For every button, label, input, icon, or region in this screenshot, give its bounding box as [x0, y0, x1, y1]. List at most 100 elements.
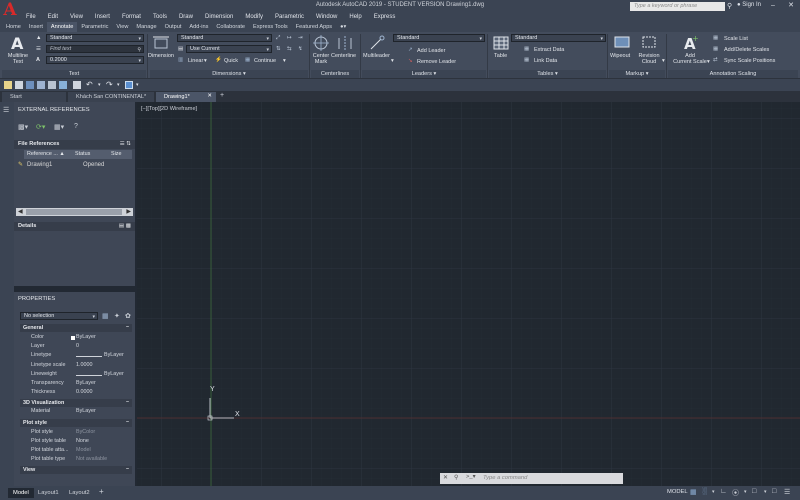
new-tab-icon[interactable]: + — [220, 92, 224, 99]
workspace-icon[interactable] — [125, 81, 133, 89]
center-mark-icon[interactable] — [313, 35, 329, 51]
tab-collaborate[interactable]: Collaborate — [212, 22, 249, 32]
prop-row-lineweight[interactable]: Lineweight ByLayer — [18, 371, 131, 380]
object-snap-icon[interactable]: □ — [772, 488, 776, 495]
refresh-icon[interactable]: ⟳▾ — [36, 123, 45, 131]
layout-tab-layout1[interactable]: Layout1 — [33, 488, 64, 498]
scroll-left-icon[interactable]: ◀ — [18, 208, 23, 215]
text-panel-label[interactable]: Text — [2, 70, 146, 78]
customize-icon[interactable]: ☰ — [784, 488, 790, 496]
new-file-icon[interactable] — [15, 81, 23, 89]
table-style-select[interactable]: Standard ▾ — [511, 34, 606, 42]
dim-style-select[interactable]: Standard ▾ — [177, 34, 272, 42]
prop-row-plot-style[interactable]: Plot style ByColor — [18, 429, 131, 438]
help-icon[interactable]: ? — [74, 123, 78, 130]
menu-tools[interactable]: Tools — [147, 14, 173, 20]
menu-draw[interactable]: Draw — [173, 14, 199, 20]
tab-add-ins[interactable]: Add-ins — [185, 22, 212, 32]
close-tab-icon[interactable]: ✕ — [207, 93, 212, 99]
menu-window[interactable]: Window — [310, 14, 343, 20]
command-line[interactable]: ✕ ⚲ >_▾ Type a command — [440, 473, 623, 484]
menu-parametric[interactable]: Parametric — [269, 14, 310, 20]
adjust-space-icon[interactable]: ⇆ — [287, 46, 292, 52]
revision-cloud-icon[interactable] — [641, 35, 657, 49]
column-size[interactable]: Size — [108, 150, 132, 159]
extract-data-button[interactable]: Extract Data — [534, 47, 564, 53]
layout-tab-model[interactable]: Model — [8, 488, 34, 498]
menu-dimension[interactable]: Dimension — [199, 14, 239, 20]
grid-icon[interactable]: ▦ — [690, 488, 697, 496]
sign-in-button[interactable]: ● Sign In — [737, 2, 761, 8]
viewport-controls[interactable]: [−][Top][2D Wireframe] — [141, 106, 197, 112]
quick-select-icon[interactable]: ✿ — [125, 312, 131, 320]
scale-list-button[interactable]: Scale List — [724, 36, 748, 42]
save-web-icon[interactable] — [59, 81, 67, 89]
add-scale-icon[interactable]: A + — [682, 34, 699, 53]
centerline-button[interactable]: Centerline — [331, 53, 356, 59]
open-web-icon[interactable] — [48, 81, 56, 89]
layout-tab-layout2[interactable]: Layout2 — [64, 488, 95, 498]
text-height-select[interactable]: 0.2000 ▾ — [46, 56, 144, 64]
customize-qat-icon[interactable]: ▾ — [136, 82, 139, 88]
break-icon[interactable]: ⇅ — [276, 46, 281, 52]
minimize-icon[interactable]: – — [764, 0, 782, 11]
recent-commands-icon[interactable]: >_▾ — [466, 474, 476, 480]
dim-layer-select[interactable]: Use Current ▾ — [186, 45, 272, 53]
add-leader-button[interactable]: Add Leader — [417, 48, 445, 54]
multiline-text-button[interactable]: Multiline Text — [6, 53, 30, 65]
search-input[interactable]: Type a keyword or phrase — [630, 2, 725, 11]
redo-chevron-icon[interactable]: ▾ — [117, 82, 120, 88]
model-space-toggle[interactable]: MODEL — [667, 489, 688, 495]
revision-cloud-button[interactable]: Revision Cloud — [638, 53, 660, 65]
tab-annotate[interactable]: Annotate — [46, 22, 78, 32]
doc-tab-drawing1[interactable]: Drawing1* ✕ — [156, 92, 216, 102]
prop-row-plot-table-type[interactable]: Plot table type Not available — [18, 456, 131, 465]
polar-icon[interactable]: ⦿ — [732, 488, 739, 498]
tab-express-tools[interactable]: Express Tools — [249, 22, 292, 32]
table-button[interactable]: Table — [494, 53, 507, 59]
horizontal-scrollbar[interactable]: ◀ ▶ — [16, 208, 133, 216]
selection-select[interactable]: No selection ▾ — [20, 312, 98, 320]
add-delete-scales-button[interactable]: Add/Delete Scales — [724, 47, 769, 53]
prop-row-linetype[interactable]: Linetype ByLayer — [18, 352, 131, 361]
markup-panel-label[interactable]: Markup ▾ — [609, 70, 665, 78]
prop-row-layer[interactable]: Layer 0 — [18, 343, 131, 352]
centerline-icon[interactable] — [337, 35, 353, 51]
menu-insert[interactable]: Insert — [89, 14, 116, 20]
add-scale-chevron-icon[interactable]: ▾ — [707, 59, 710, 65]
list-item[interactable]: ✎ Drawing1 Opened — [17, 161, 131, 169]
column-reference[interactable]: Reference ... ▲ — [24, 150, 72, 159]
multiline-text-icon[interactable]: A — [10, 34, 26, 53]
section-3d-visualization[interactable]: 3D Visualization – — [20, 399, 132, 407]
add-current-scale-button[interactable]: Add Current Scale — [673, 53, 707, 65]
dimensions-panel-label[interactable]: Dimensions ▾ — [150, 70, 308, 78]
undo-icon[interactable]: ↶ — [86, 80, 93, 89]
chevron-down-icon[interactable]: ▾ — [744, 489, 747, 495]
redo-icon[interactable]: ↷ — [106, 80, 113, 89]
section-view[interactable]: View – — [20, 466, 132, 474]
binoculars-icon[interactable]: ⚲ — [727, 2, 732, 10]
open-folder-icon[interactable] — [4, 81, 12, 89]
list-view-icon[interactable]: ☰ ⇅ — [120, 141, 131, 147]
prop-row-plot-table-attached[interactable]: Plot table atta... Model — [18, 447, 131, 456]
menu-express[interactable]: Express — [368, 14, 402, 20]
drawing-canvas[interactable]: Y X — [137, 102, 800, 486]
prop-row-color[interactable]: Color ByLayer — [18, 334, 131, 343]
leader-style-select[interactable]: Standard ▾ — [393, 34, 485, 42]
menu-view[interactable]: View — [64, 14, 89, 20]
centerlines-panel-label[interactable]: Centerlines — [311, 70, 359, 78]
wipeout-button[interactable]: Wipeout — [610, 53, 630, 59]
prop-row-material[interactable]: Material ByLayer — [18, 408, 131, 417]
text-angle-icon[interactable]: ↦ — [287, 35, 292, 41]
leaders-panel-label[interactable]: Leaders ▾ — [362, 70, 486, 78]
dimension-button[interactable]: Dimension — [148, 53, 174, 59]
prop-row-transparency[interactable]: Transparency ByLayer — [18, 380, 131, 389]
multileader-icon[interactable] — [369, 35, 385, 51]
attach-icon[interactable]: ▩▾ — [18, 123, 28, 131]
continue-button[interactable]: Continue — [254, 58, 276, 64]
doc-tab-start[interactable]: Start — [2, 92, 66, 102]
command-input[interactable]: Type a command — [483, 475, 527, 481]
center-mark-button[interactable]: Center Mark — [311, 53, 331, 65]
menu-help[interactable]: Help — [343, 14, 367, 20]
section-general[interactable]: General – — [20, 324, 132, 332]
